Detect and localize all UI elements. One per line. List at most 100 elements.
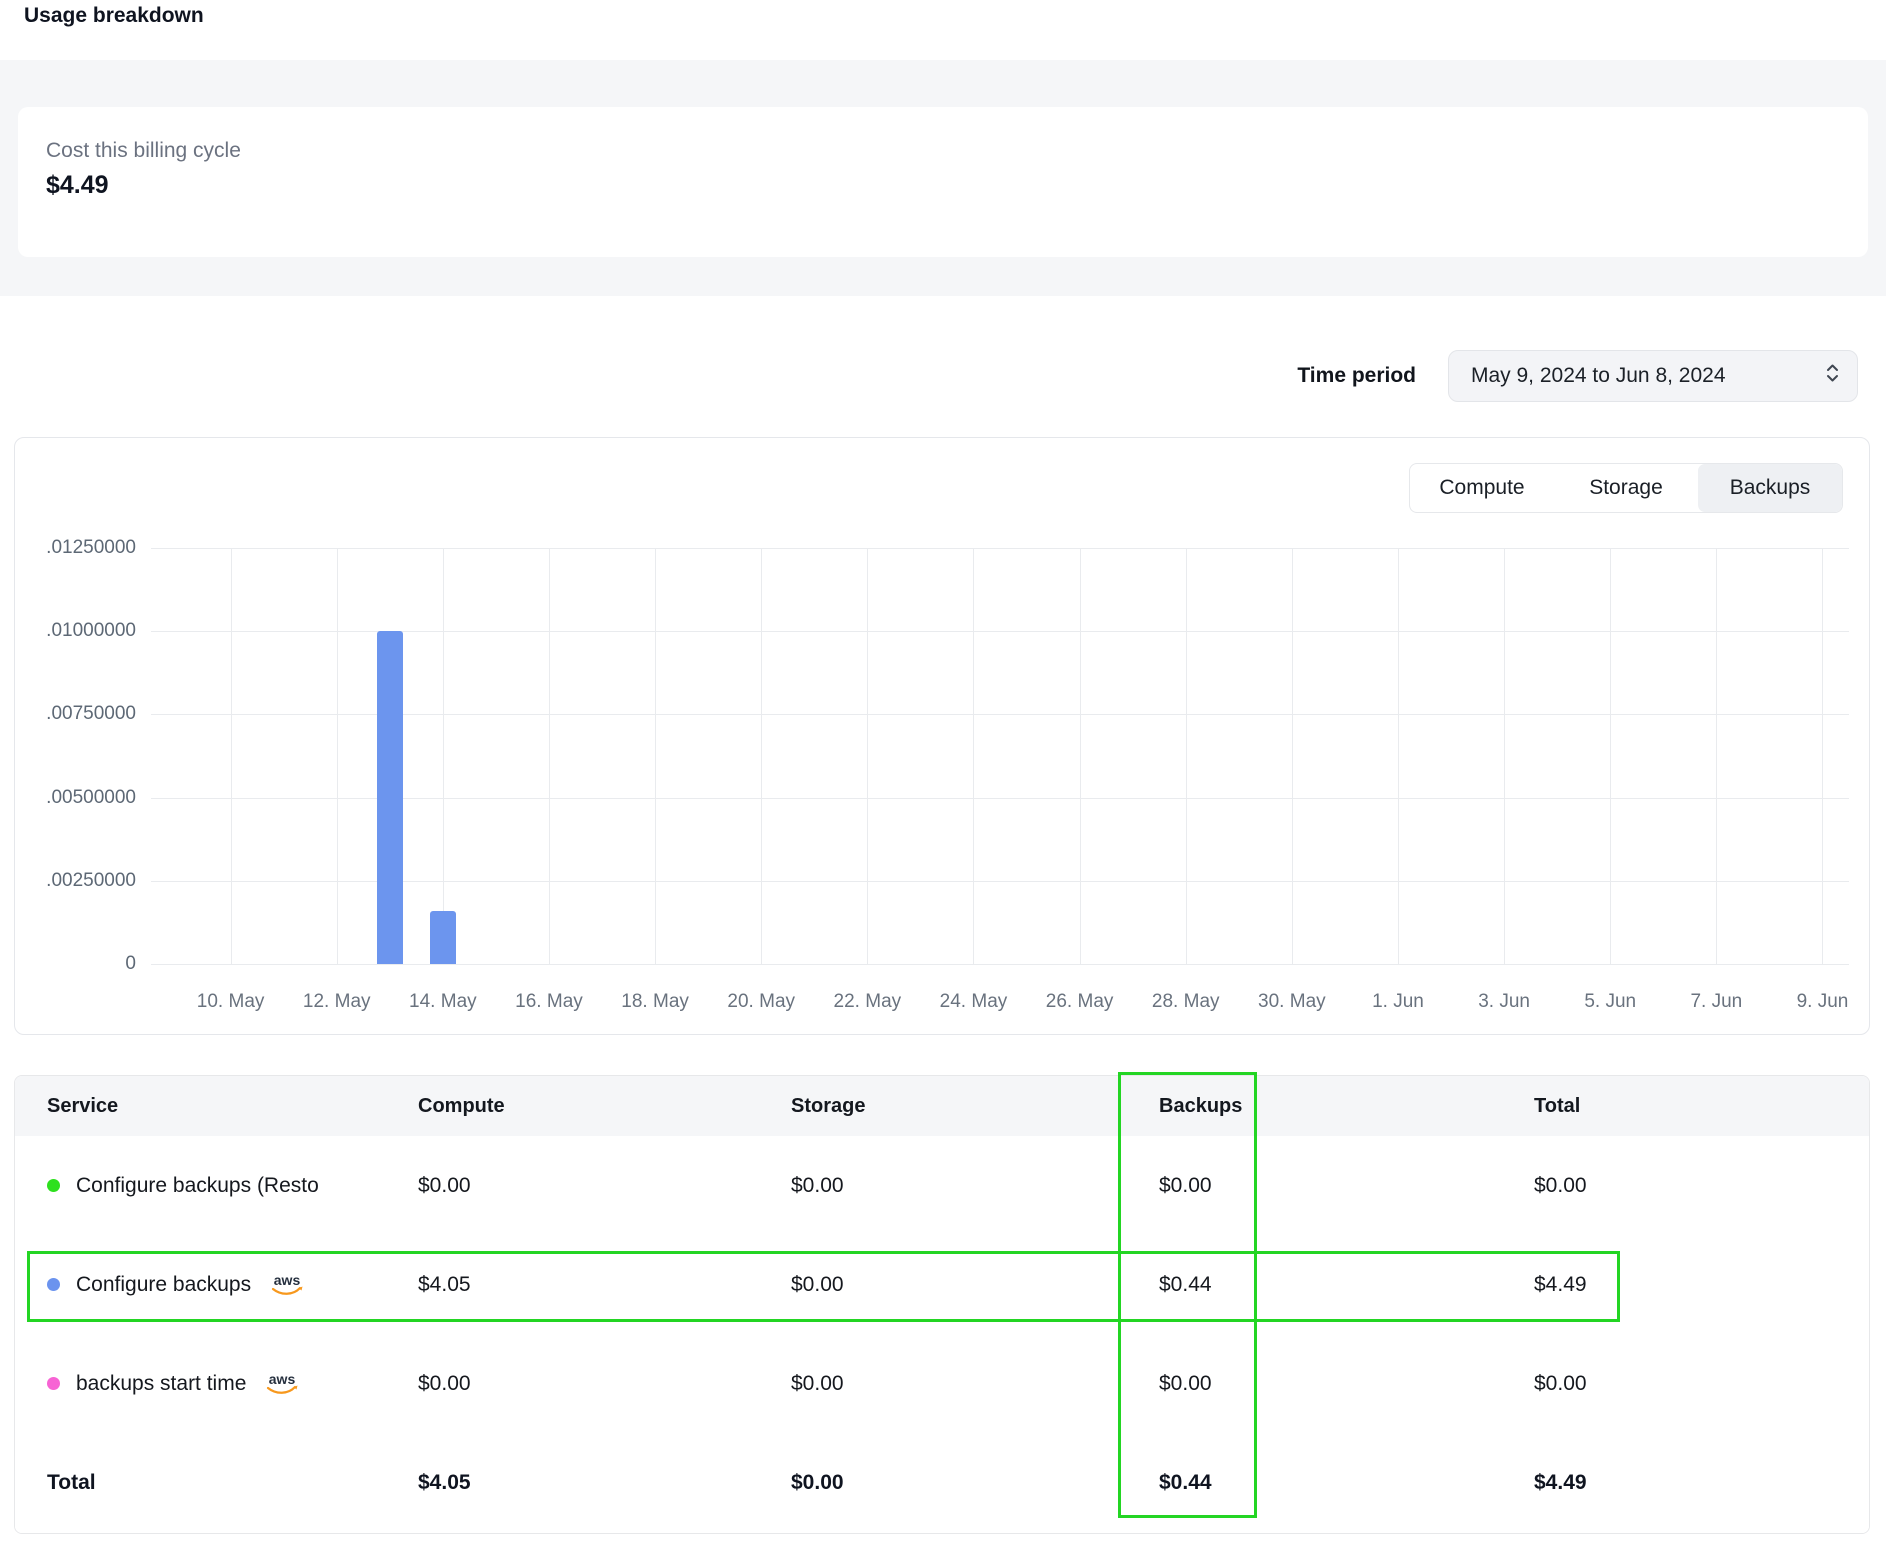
x-axis-tick-label: 16. May	[504, 991, 594, 1013]
gridline-horizontal	[151, 714, 1849, 715]
svg-text:aws: aws	[269, 1371, 296, 1387]
gridline-vertical	[1186, 548, 1187, 964]
time-period-row: Time period May 9, 2024 to Jun 8, 2024	[1297, 350, 1858, 402]
select-updown-chevron-icon	[1824, 361, 1841, 391]
table-row: Configure backups (Resto$0.00$0.00$0.00$…	[15, 1136, 1869, 1235]
time-period-label: Time period	[1297, 364, 1416, 388]
total-cell-total: $4.49	[1534, 1471, 1869, 1495]
usage-chart-card: ComputeStorageBackups .01250000.01000000…	[14, 437, 1870, 1035]
series-color-dot-icon	[47, 1179, 60, 1192]
y-axis-tick-label: .00250000	[26, 870, 136, 892]
x-axis-tick-label: 12. May	[292, 991, 382, 1013]
y-axis-tick-label: .00500000	[26, 787, 136, 809]
svg-text:aws: aws	[274, 1272, 301, 1288]
gridline-horizontal	[151, 798, 1849, 799]
x-axis-tick-label: 18. May	[610, 991, 700, 1013]
chart-bar-13-may[interactable]	[377, 631, 403, 964]
cell-total: $4.49	[1534, 1273, 1869, 1297]
column-header-compute: Compute	[418, 1095, 791, 1118]
service-name: backups start time	[76, 1372, 246, 1396]
cell-storage: $0.00	[791, 1174, 1159, 1198]
chart-plot-area	[151, 548, 1849, 964]
gridline-vertical	[337, 548, 338, 964]
cell-compute: $0.00	[418, 1174, 791, 1198]
total-cell-storage: $0.00	[791, 1471, 1159, 1495]
total-cell-compute: $4.05	[418, 1471, 791, 1495]
gridline-vertical	[1080, 548, 1081, 964]
cell-backups: $0.00	[1159, 1174, 1534, 1198]
gridline-horizontal	[151, 548, 1849, 549]
x-axis-tick-label: 7. Jun	[1671, 991, 1761, 1013]
billing-cycle-cost: $4.49	[46, 171, 109, 200]
y-axis-tick-label: 0	[26, 953, 136, 975]
gridline-horizontal	[151, 964, 1849, 965]
x-axis-tick-label: 30. May	[1247, 991, 1337, 1013]
cell-compute: $4.05	[418, 1273, 791, 1297]
time-period-value: May 9, 2024 to Jun 8, 2024	[1471, 364, 1726, 388]
gridline-vertical	[655, 548, 656, 964]
gridline-vertical	[1504, 548, 1505, 964]
table-header-row: ServiceComputeStorageBackupsTotal	[15, 1076, 1869, 1136]
chart-bar-14-may[interactable]	[430, 911, 456, 964]
aws-icon: aws	[269, 1272, 305, 1304]
cell-backups: $0.00	[1159, 1372, 1534, 1396]
x-axis-tick-label: 26. May	[1035, 991, 1125, 1013]
gridline-vertical	[1610, 548, 1611, 964]
gridline-vertical	[1716, 548, 1717, 964]
x-axis-tick-label: 28. May	[1141, 991, 1231, 1013]
tab-storage[interactable]: Storage	[1554, 464, 1698, 512]
x-axis-tick-label: 20. May	[716, 991, 806, 1013]
billing-cycle-label: Cost this billing cycle	[46, 139, 241, 163]
total-row-label: Total	[47, 1471, 418, 1495]
x-axis-tick-label: 10. May	[186, 991, 276, 1013]
aws-icon: aws	[264, 1371, 300, 1403]
service-cell: backups start time aws	[47, 1365, 418, 1403]
cell-backups: $0.44	[1159, 1273, 1534, 1297]
y-axis-tick-label: .00750000	[26, 703, 136, 725]
cell-total: $0.00	[1534, 1372, 1869, 1396]
gridline-vertical	[549, 548, 550, 964]
cell-total: $0.00	[1534, 1174, 1869, 1198]
service-name: Configure backups	[76, 1273, 251, 1297]
service-cell: Configure backups aws	[47, 1266, 418, 1304]
y-axis-tick-label: .01250000	[26, 537, 136, 559]
service-cell: Configure backups (Resto	[47, 1174, 418, 1198]
gridline-horizontal	[151, 631, 1849, 632]
service-name: Configure backups (Resto	[76, 1174, 319, 1198]
billing-summary-card: Cost this billing cycle $4.49	[18, 107, 1868, 257]
usage-breakdown-table: ServiceComputeStorageBackupsTotal Config…	[14, 1075, 1870, 1534]
time-period-select[interactable]: May 9, 2024 to Jun 8, 2024	[1448, 350, 1858, 402]
gridline-vertical	[231, 548, 232, 964]
series-color-dot-icon	[47, 1278, 60, 1291]
cell-storage: $0.00	[791, 1372, 1159, 1396]
x-axis-tick-label: 24. May	[928, 991, 1018, 1013]
page-title: Usage breakdown	[24, 4, 204, 28]
cell-compute: $0.00	[418, 1372, 791, 1396]
gridline-vertical	[443, 548, 444, 964]
chart-metric-tabs: ComputeStorageBackups	[1409, 463, 1843, 513]
x-axis-tick-label: 5. Jun	[1565, 991, 1655, 1013]
table-row: backups start timeaws$0.00$0.00$0.00$0.0…	[15, 1334, 1869, 1433]
x-axis-tick-label: 3. Jun	[1459, 991, 1549, 1013]
tab-backups[interactable]: Backups	[1698, 464, 1842, 512]
billing-summary-band: Cost this billing cycle $4.49	[0, 60, 1886, 296]
gridline-vertical	[973, 548, 974, 964]
gridline-vertical	[1398, 548, 1399, 964]
gridline-vertical	[1292, 548, 1293, 964]
series-color-dot-icon	[47, 1377, 60, 1390]
gridline-vertical	[867, 548, 868, 964]
x-axis-tick-label: 22. May	[822, 991, 912, 1013]
gridline-horizontal	[151, 881, 1849, 882]
gridline-vertical	[761, 548, 762, 964]
tab-compute[interactable]: Compute	[1410, 464, 1554, 512]
column-header-total: Total	[1534, 1095, 1869, 1118]
total-cell-backups: $0.44	[1159, 1471, 1534, 1495]
column-header-storage: Storage	[791, 1095, 1159, 1118]
gridline-vertical	[1822, 548, 1823, 964]
x-axis-tick-label: 1. Jun	[1353, 991, 1443, 1013]
column-header-backups: Backups	[1159, 1095, 1534, 1118]
table-total-row: Total$4.05$0.00$0.44$4.49	[15, 1433, 1869, 1533]
cell-storage: $0.00	[791, 1273, 1159, 1297]
x-axis-tick-label: 14. May	[398, 991, 488, 1013]
column-header-service: Service	[47, 1095, 418, 1118]
